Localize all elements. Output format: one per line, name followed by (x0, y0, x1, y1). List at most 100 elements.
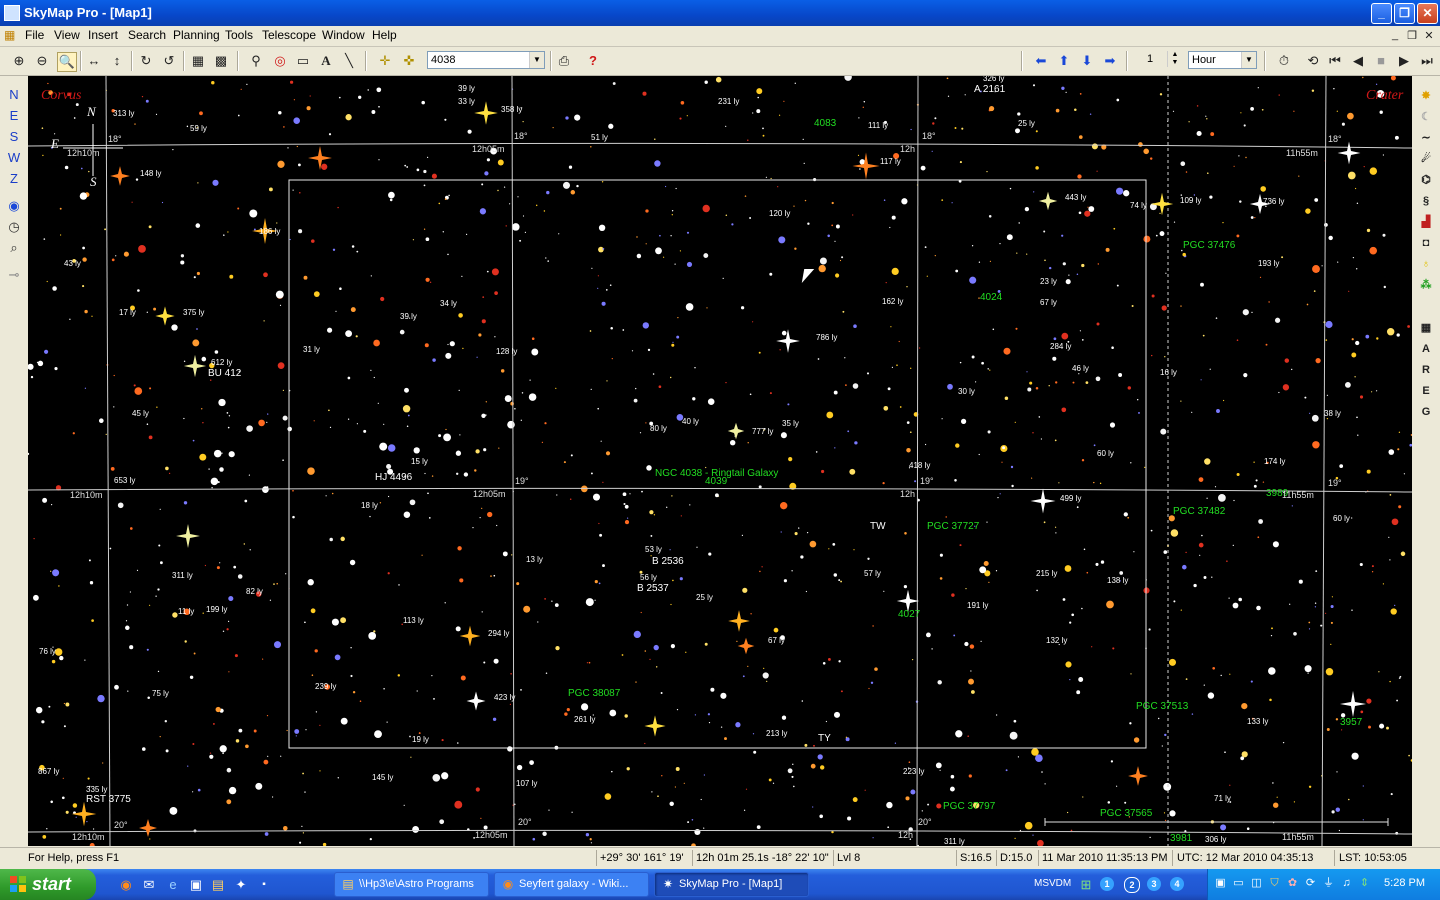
star[interactable] (286, 729, 288, 732)
star[interactable] (852, 383, 859, 389)
star[interactable] (849, 468, 856, 475)
star[interactable] (44, 349, 49, 354)
star[interactable] (1081, 607, 1083, 610)
star[interactable] (641, 490, 643, 493)
star[interactable] (442, 231, 444, 233)
center-cursor-icon[interactable]: ✜ (400, 52, 418, 70)
star[interactable] (519, 239, 522, 242)
star[interactable] (1013, 719, 1017, 723)
star[interactable] (234, 654, 238, 658)
star[interactable] (511, 554, 513, 556)
star[interactable] (431, 475, 434, 477)
star[interactable] (486, 158, 490, 162)
animate-icon[interactable]: ⟲ (1304, 52, 1322, 70)
star[interactable] (383, 688, 385, 690)
star[interactable] (69, 318, 71, 320)
star[interactable] (1201, 534, 1203, 537)
star[interactable] (604, 793, 612, 800)
star[interactable] (193, 652, 196, 655)
star[interactable] (1127, 386, 1132, 390)
star[interactable] (778, 236, 786, 244)
star[interactable] (41, 127, 44, 130)
star[interactable] (455, 626, 461, 632)
star[interactable] (441, 772, 449, 780)
star[interactable] (1375, 83, 1378, 85)
star[interactable] (480, 817, 482, 820)
star[interactable] (847, 816, 852, 821)
star[interactable] (264, 832, 269, 836)
star[interactable] (438, 202, 441, 205)
star[interactable] (924, 246, 927, 249)
star[interactable] (168, 472, 171, 475)
star[interactable] (1344, 381, 1351, 388)
bright-star[interactable] (155, 306, 175, 326)
star[interactable] (423, 169, 427, 174)
star[interactable] (1182, 252, 1186, 257)
star[interactable] (1123, 190, 1130, 197)
star[interactable] (1223, 399, 1225, 402)
star[interactable] (1058, 482, 1060, 484)
star[interactable] (1200, 379, 1202, 381)
star[interactable] (663, 256, 665, 258)
star[interactable] (1291, 505, 1293, 507)
bright-star[interactable] (308, 146, 332, 170)
rewind-fast-icon[interactable]: ⏮ (1326, 52, 1344, 70)
star[interactable] (1143, 235, 1151, 243)
star[interactable] (740, 306, 745, 310)
star[interactable] (1278, 391, 1280, 394)
star[interactable] (1169, 810, 1176, 817)
star[interactable] (1131, 304, 1134, 308)
star[interactable] (1163, 782, 1172, 791)
star[interactable] (1116, 187, 1124, 195)
star[interactable] (219, 745, 227, 753)
ie-icon[interactable]: e (165, 877, 181, 893)
star[interactable] (522, 120, 524, 123)
star[interactable] (947, 95, 950, 97)
star[interactable] (703, 774, 706, 776)
object-label[interactable]: TY (818, 733, 831, 744)
star[interactable] (1268, 301, 1270, 303)
star[interactable] (492, 717, 497, 722)
star[interactable] (903, 584, 908, 589)
star[interactable] (253, 729, 257, 733)
star[interactable] (685, 303, 694, 311)
star[interactable] (61, 796, 65, 800)
star[interactable] (1005, 769, 1008, 772)
star[interactable] (669, 549, 671, 551)
star[interactable] (199, 111, 203, 116)
star[interactable] (505, 225, 507, 227)
star[interactable] (842, 310, 845, 313)
star[interactable] (1081, 458, 1085, 462)
star[interactable] (1158, 717, 1160, 720)
star[interactable] (601, 301, 606, 306)
star[interactable] (1262, 481, 1265, 483)
star[interactable] (1096, 170, 1098, 172)
star[interactable] (989, 260, 992, 262)
star[interactable] (428, 517, 431, 519)
star[interactable] (192, 742, 195, 746)
star[interactable] (359, 700, 362, 702)
star[interactable] (476, 356, 478, 358)
object-label[interactable]: PGC 37513 (1136, 701, 1189, 712)
object-label[interactable]: 4039 (705, 476, 728, 487)
star[interactable] (1151, 354, 1153, 357)
doc-icon[interactable]: ▦ (4, 28, 15, 42)
camera-icon[interactable]: ◘ (1418, 235, 1434, 251)
thunderbird-icon[interactable]: ✉ (141, 877, 157, 893)
star[interactable] (197, 788, 201, 792)
star[interactable] (987, 430, 991, 434)
star[interactable] (980, 640, 982, 643)
star[interactable] (1397, 448, 1400, 451)
star[interactable] (588, 661, 591, 664)
star[interactable] (493, 574, 496, 577)
star[interactable] (42, 154, 44, 157)
star[interactable] (752, 733, 755, 735)
star[interactable] (1119, 571, 1124, 575)
star[interactable] (289, 238, 291, 241)
star[interactable] (1044, 259, 1046, 262)
star[interactable] (555, 645, 560, 651)
star[interactable] (834, 447, 836, 449)
star[interactable] (531, 348, 539, 356)
star[interactable] (244, 499, 248, 503)
star[interactable] (597, 407, 600, 410)
